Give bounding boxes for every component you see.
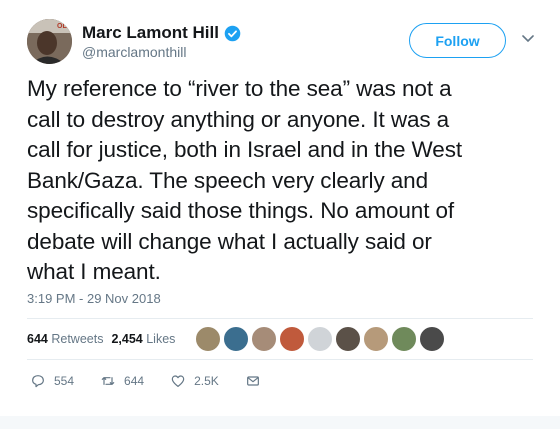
tweet-text-line: debate will change what I actually said … <box>27 228 432 254</box>
engagement-stats: 644 Retweets 2,454 Likes <box>27 332 175 346</box>
tweet-text-line: what I meant. <box>27 259 161 284</box>
divider <box>27 359 533 360</box>
author-name[interactable]: Marc Lamont Hill <box>82 23 219 43</box>
liker-avatar[interactable] <box>419 326 445 352</box>
avatar-badge-text: OL <box>57 23 67 30</box>
retweet-count: 644 <box>124 374 145 388</box>
likes-count: 2,454 <box>111 332 143 346</box>
liker-avatar[interactable] <box>195 326 221 352</box>
tweet-text-line: call for justice, both in Israel and in … <box>27 137 463 162</box>
liker-avatar[interactable] <box>223 326 249 352</box>
reply-count: 554 <box>54 374 75 388</box>
like-count: 2.5K <box>194 374 219 388</box>
liker-avatar[interactable] <box>279 326 305 352</box>
reply-icon <box>32 375 44 388</box>
tweet-actions: 554 644 2.5K <box>30 373 287 389</box>
retweets-label: Retweets <box>51 332 104 346</box>
follow-button[interactable]: Follow <box>409 23 506 58</box>
author-handle[interactable]: @marclamonthill <box>82 44 186 60</box>
tweet-text-line: My reference to “river to the sea” was n… <box>27 76 452 101</box>
retweet-button[interactable]: 644 <box>100 373 144 389</box>
chevron-down-icon[interactable] <box>522 35 534 43</box>
liker-avatar[interactable] <box>335 326 361 352</box>
heart-icon <box>171 375 185 387</box>
tweet-text-line: specifically said those things. No amoun… <box>27 198 455 223</box>
footer-strip <box>0 416 560 429</box>
retweets-count: 644 <box>27 332 48 346</box>
divider <box>27 318 533 319</box>
tweet-text-line: Bank/Gaza. The speech very clearly and <box>27 167 429 193</box>
author-avatar[interactable]: OL <box>27 19 72 64</box>
verified-badge-icon <box>224 25 241 42</box>
direct-message-button[interactable] <box>245 373 261 389</box>
author-name-row[interactable]: Marc Lamont Hill <box>82 23 241 43</box>
tweet-text: My reference to “river to the sea” was n… <box>27 74 542 288</box>
retweets-stat[interactable]: 644 Retweets <box>27 332 103 346</box>
likes-label: Likes <box>146 332 176 346</box>
liker-avatar[interactable] <box>307 326 333 352</box>
liker-avatar[interactable] <box>363 326 389 352</box>
tweet-timestamp[interactable]: 3:19 PM - 29 Nov 2018 <box>27 291 161 306</box>
likes-stat[interactable]: 2,454 Likes <box>111 332 175 346</box>
retweet-icon <box>101 377 115 385</box>
liker-avatar[interactable] <box>251 326 277 352</box>
direct-message-icon <box>246 376 259 386</box>
liker-avatar[interactable] <box>391 326 417 352</box>
like-button[interactable]: 2.5K <box>170 373 219 389</box>
tweet-text-line: call to destroy anything or anyone. It w… <box>27 106 450 132</box>
liker-avatars <box>195 326 445 352</box>
author-avatar-image: OL <box>27 19 72 64</box>
reply-button[interactable]: 554 <box>30 373 74 389</box>
